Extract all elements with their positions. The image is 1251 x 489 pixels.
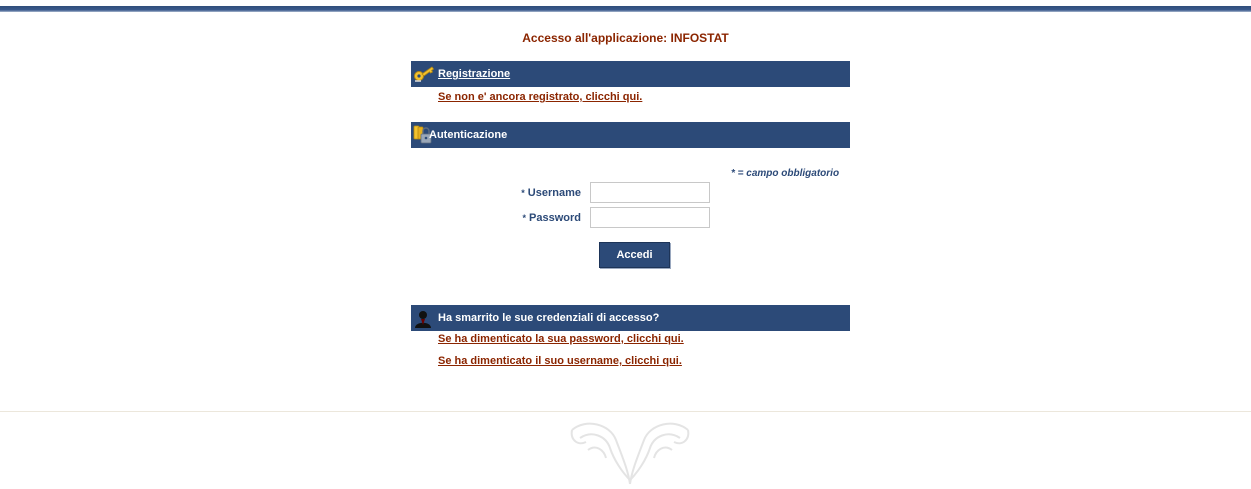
required-marker: * bbox=[522, 213, 527, 223]
password-input[interactable] bbox=[590, 207, 710, 228]
password-label-text: Password bbox=[529, 212, 581, 224]
username-label: * Username bbox=[421, 187, 581, 199]
username-input[interactable] bbox=[590, 182, 710, 203]
key-icon bbox=[413, 64, 435, 84]
username-label-text: Username bbox=[527, 187, 581, 199]
recovery-header: Ha smarrito le sue credenziali di access… bbox=[411, 305, 850, 331]
page-title: Accesso all'applicazione: INFOSTAT bbox=[522, 31, 729, 45]
password-label: * Password bbox=[421, 212, 581, 224]
register-link[interactable]: Se non e' ancora registrato, clicchi qui… bbox=[438, 91, 642, 103]
login-button[interactable]: Accedi bbox=[599, 242, 670, 268]
required-field-note: * = campo obbligatorio bbox=[731, 168, 840, 179]
recovery-header-label: Ha smarrito le sue credenziali di access… bbox=[438, 312, 660, 324]
top-banner-bar bbox=[0, 0, 1251, 12]
emblem-logo bbox=[566, 420, 694, 486]
registration-header-link[interactable]: Registrazione bbox=[438, 61, 510, 87]
authentication-header: Autenticazione bbox=[411, 122, 850, 148]
forgot-username-link[interactable]: Se ha dimenticato il suo username, clicc… bbox=[438, 355, 682, 367]
user-silhouette-icon bbox=[413, 309, 433, 329]
footer-divider bbox=[0, 411, 1251, 412]
registration-header: Registrazione bbox=[411, 61, 850, 87]
forgot-password-link[interactable]: Se ha dimenticato la sua password, clicc… bbox=[438, 333, 684, 345]
required-marker: * bbox=[521, 188, 525, 198]
authentication-header-label: Autenticazione bbox=[429, 129, 508, 141]
